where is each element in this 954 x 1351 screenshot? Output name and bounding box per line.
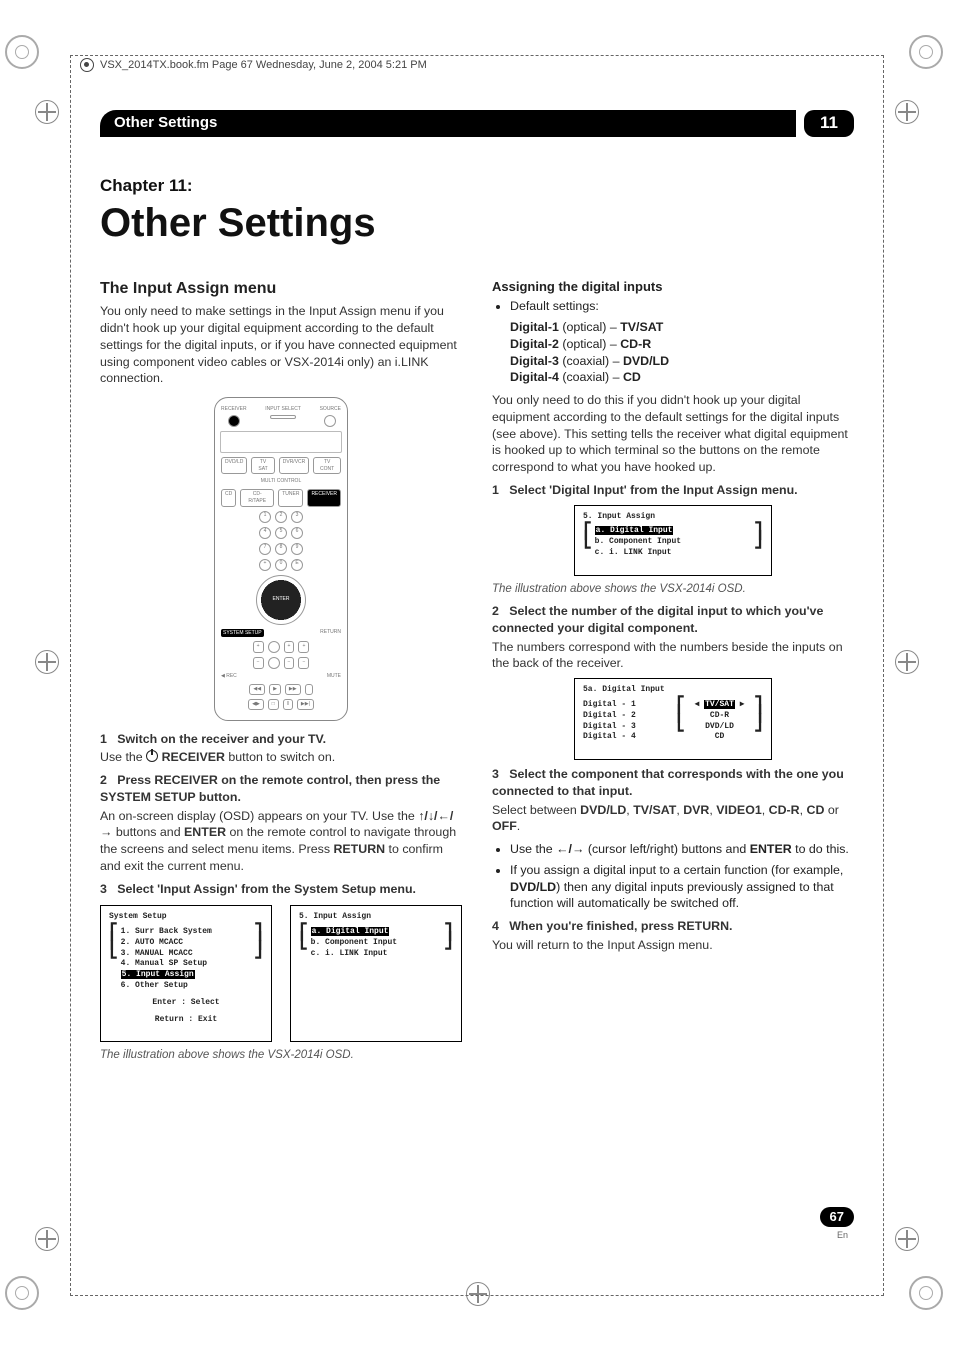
step-4-right: 4 When you're finished, press RETURN. [492, 918, 854, 935]
step-3-left: 3 Select 'Input Assign' from the System … [100, 881, 462, 898]
osd-caption-left: The illustration above shows the VSX-201… [100, 1048, 462, 1064]
osd-input-assign-left: 5. Input Assign ⎡⎣ a. Digital Input b. C… [290, 905, 462, 1042]
osd-input-assign-right: 5. Input Assign ⎡⎣ a. Digital Input b. C… [574, 505, 772, 576]
chapter-number: 11 [820, 113, 838, 132]
paragraph-intro-right: You only need to do this if you didn't h… [492, 392, 854, 476]
step-2-body-right: The numbers correspond with the numbers … [492, 639, 854, 672]
step-3-body-right: Select between DVD/LD, TV/SAT, DVR, VIDE… [492, 802, 854, 835]
chapter-title: Other Settings [100, 196, 854, 250]
registration-mark-icon [35, 100, 59, 124]
step-2-body-left: An on-screen display (OSD) appears on yo… [100, 808, 462, 875]
step-4-body-right: You will return to the Input Assign menu… [492, 937, 854, 954]
section-header-bar: Other Settings 11 [100, 110, 854, 137]
osd-caption-right: The illustration above shows the VSX-201… [492, 582, 854, 598]
step-3-right: 3 Select the component that corresponds … [492, 766, 854, 799]
registration-mark-icon [466, 1282, 490, 1306]
osd-system-setup: System Setup ⎡⎢⎣ 1. Surr Back System 2. … [100, 905, 272, 1042]
step-3-bullets: Use the ←/→ (cursor left/right) buttons … [492, 841, 854, 912]
registration-mark-icon [35, 1227, 59, 1251]
registration-mark-icon [895, 100, 919, 124]
binding-ring-tl [5, 35, 45, 75]
binding-ring-bl [5, 1276, 45, 1316]
paragraph-intro-left: You only need to make settings in the In… [100, 303, 462, 387]
heading-assign-digital: Assigning the digital inputs [492, 278, 854, 296]
step-1-left: 1 Switch on the receiver and your TV. [100, 731, 462, 748]
binding-ring-br [909, 1276, 949, 1316]
page-number-badge: 67 [820, 1207, 854, 1227]
content-area: Other Settings 11 Chapter 11: Other Sett… [100, 110, 854, 1241]
registration-mark-icon [35, 650, 59, 674]
power-icon [146, 750, 158, 762]
right-column: Assigning the digital inputs Default set… [492, 278, 854, 1070]
book-metadata-text: VSX_2014TX.book.fm Page 67 Wednesday, Ju… [100, 58, 427, 73]
book-tag-icon [80, 58, 94, 72]
book-metadata-line: VSX_2014TX.book.fm Page 67 Wednesday, Ju… [80, 58, 427, 73]
enter-pad-icon [256, 575, 306, 625]
step-2-left: 2 Press RECEIVER on the remote control, … [100, 772, 462, 805]
label-mute: MUTE [327, 673, 341, 680]
label-return: RETURN [320, 629, 341, 638]
chapter-number-badge: 11 [804, 110, 854, 137]
page: VSX_2014TX.book.fm Page 67 Wednesday, Ju… [0, 0, 954, 1351]
chapter-label: Chapter 11: [100, 175, 854, 198]
list-item: If you assign a digital input to a certa… [510, 862, 854, 912]
heading-input-assign: The Input Assign menu [100, 278, 462, 300]
section-title: Other Settings [114, 113, 217, 133]
page-footer: 67 En [820, 1207, 854, 1241]
default-settings-list: Default settings: Digital-1 (optical) – … [492, 298, 854, 386]
step-1-right: 1 Select 'Digital Input' from the Input … [492, 482, 854, 499]
section-title-block: Other Settings [100, 110, 796, 136]
list-item: Use the ←/→ (cursor left/right) buttons … [510, 841, 854, 858]
osd-digital-input: 5a. Digital Input Digital - 1 Digital - … [574, 678, 772, 760]
osd-pair-left: System Setup ⎡⎢⎣ 1. Surr Back System 2. … [100, 899, 462, 1048]
label-system-setup: SYSTEM SETUP [221, 629, 264, 638]
step-2-right: 2 Select the number of the digital input… [492, 603, 854, 636]
remote-control-illustration: RECEIVER INPUT SELECT SOURCE DVD/LDTV SA… [214, 397, 348, 721]
registration-mark-icon [895, 650, 919, 674]
step-1-body-left: Use the RECEIVER button to switch on. [100, 749, 462, 766]
binding-ring-tr [909, 35, 949, 75]
label-multi-control: MULTI CONTROL [261, 478, 301, 485]
page-lang: En [820, 1229, 848, 1241]
two-column-body: The Input Assign menu You only need to m… [100, 278, 854, 1070]
registration-mark-icon [895, 1227, 919, 1251]
left-column: The Input Assign menu You only need to m… [100, 278, 462, 1070]
